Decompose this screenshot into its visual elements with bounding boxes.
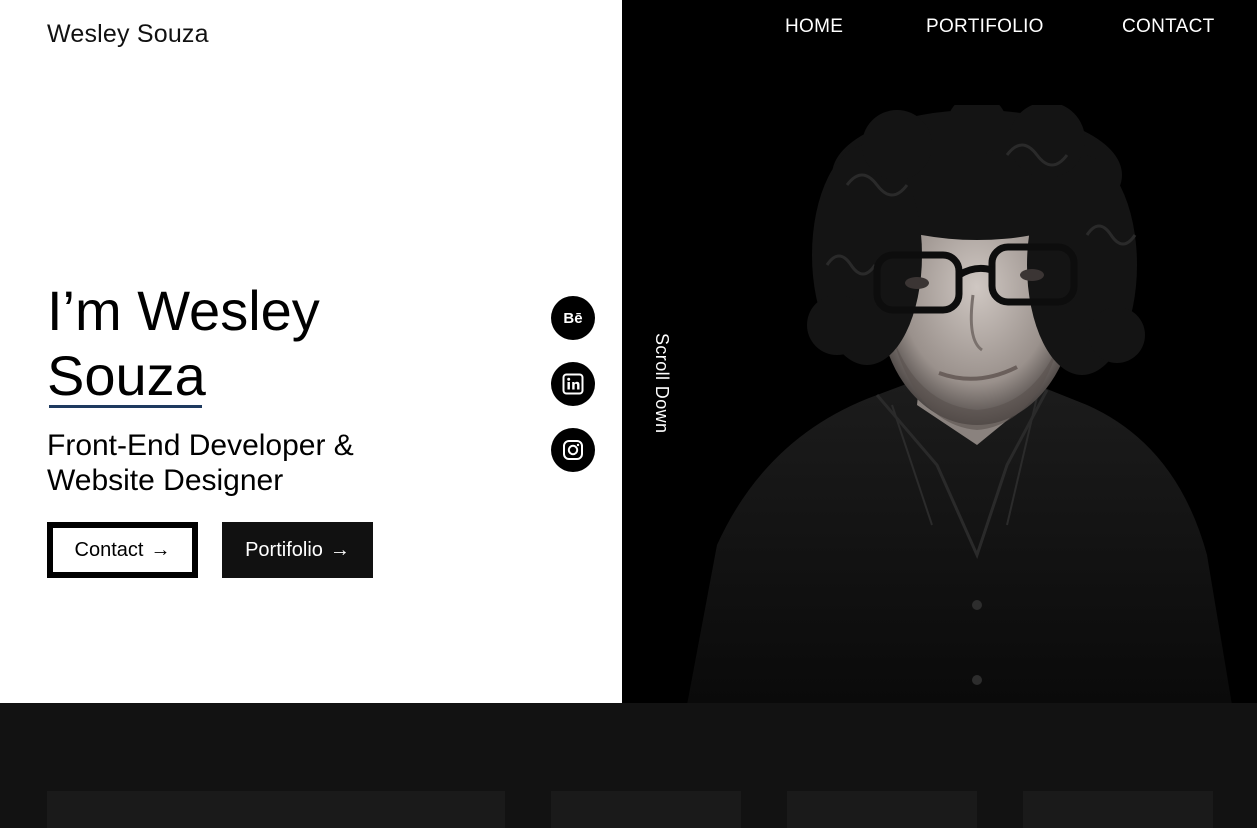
linkedin-icon xyxy=(562,373,584,395)
section-card xyxy=(787,791,977,828)
hero-title-line1: I’m Wesley xyxy=(47,279,320,342)
linkedin-link[interactable] xyxy=(551,362,595,406)
hero-title-line2: Souza xyxy=(47,344,206,407)
portfolio-button[interactable]: Portifolio → xyxy=(222,522,373,578)
nav-portfolio[interactable]: PORTIFOLIO xyxy=(926,16,1044,38)
behance-link[interactable]: Bē xyxy=(551,296,595,340)
site-logo[interactable]: Wesley Souza xyxy=(47,20,209,49)
arrow-right-icon: → xyxy=(329,538,350,561)
instagram-icon xyxy=(563,440,583,460)
hero-right-panel xyxy=(622,0,1257,703)
hero-subtitle: Front-End Developer & Website Designer xyxy=(47,428,407,498)
contact-button-label: Contact xyxy=(74,538,144,561)
contact-button[interactable]: Contact → xyxy=(47,522,198,578)
behance-icon: Bē xyxy=(563,309,583,327)
scroll-down-link[interactable]: Scroll Down xyxy=(651,333,672,433)
section-card xyxy=(551,791,741,828)
nav-contact[interactable]: CONTACT xyxy=(1122,16,1215,38)
nav-home[interactable]: HOME xyxy=(785,16,843,38)
instagram-link[interactable] xyxy=(551,428,595,472)
hero-title: I’m Wesley Souza xyxy=(47,278,320,408)
title-underline xyxy=(49,405,202,408)
portfolio-button-label: Portifolio xyxy=(245,538,323,561)
subtitle-line1: Front-End Developer & xyxy=(47,429,354,462)
arrow-right-icon: → xyxy=(150,538,171,561)
section-card xyxy=(47,791,505,828)
section-card xyxy=(1023,791,1213,828)
portrait-photo xyxy=(687,105,1232,703)
subtitle-line2: Website Designer xyxy=(47,464,284,497)
